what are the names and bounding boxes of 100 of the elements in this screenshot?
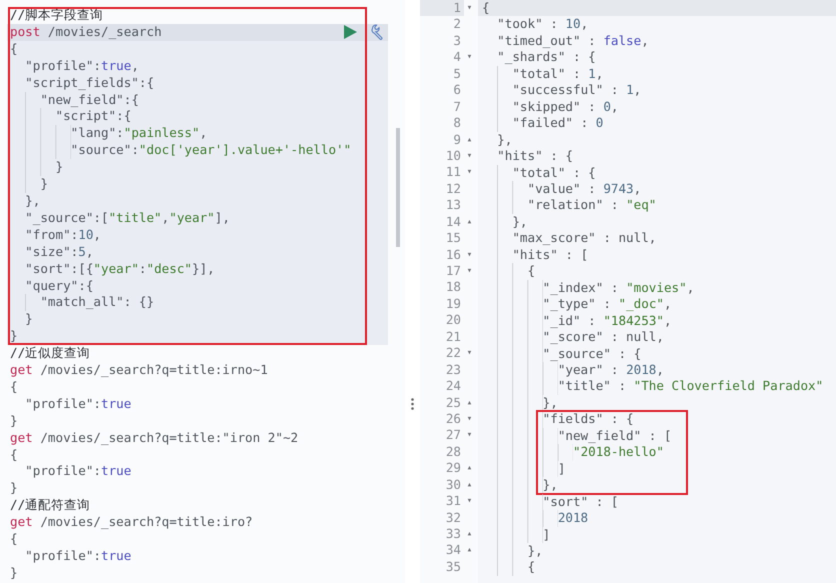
line-number: 29 [444,460,462,477]
code-line: get /movies/_search?q=title:iro? [10,514,254,532]
code-line: "new_field":{ [10,92,388,108]
code-line: }, [10,192,388,210]
line-number: 17 [444,263,462,280]
line-number: 13 [444,197,462,214]
code-line: "sort":[{"year":"desc"}], [10,260,388,278]
fold-toggle[interactable]: ▾ [464,164,475,181]
line-number: 3 [452,32,462,50]
code-line: "profile":true [10,463,388,480]
line-number: 23 [444,362,462,378]
code-line: { [482,263,836,280]
line-number: 1 [420,0,464,16]
line-number: 30 [444,476,462,494]
fold-toggle[interactable]: ▾ [464,246,475,263]
line-number: 18 [444,279,462,296]
fold-toggle[interactable]: ▾ [464,49,475,66]
code-line: "script":{ [10,108,388,126]
line-number: 19 [444,296,462,312]
fold-toggle[interactable]: ▴ [464,132,475,148]
code-line: "size":5, [10,244,388,261]
fold-toggle[interactable]: ▾ [464,148,475,164]
code-line: "year" : 2018, [482,362,836,378]
line-number: 31 [444,493,462,510]
code-line: { [10,531,19,548]
code-line: { [482,559,836,576]
code-line: 2018 [482,510,836,526]
fold-toggle[interactable]: ▾ [464,427,475,444]
code-line: } [10,564,19,582]
line-number: 9 [452,132,462,148]
scrollbar-thumb[interactable] [396,128,400,247]
fold-toggle[interactable]: ▴ [464,394,475,411]
code-line: "value" : 9743, [482,180,836,198]
line-number: 15 [444,230,462,247]
code-line: "_type" : "_doc", [482,296,836,313]
code-line: } [10,328,19,346]
fold-toggle[interactable]: ▾ [464,345,475,362]
line-number: 10 [444,148,462,164]
line-number: 28 [444,444,462,460]
line-number: 7 [452,98,462,116]
code-line: { [10,446,19,464]
line-number: 22 [444,345,462,362]
code-line: "query":{ [10,278,388,294]
fold-toggle[interactable]: ▾ [464,263,475,280]
code-line: "total" : { [482,164,836,181]
code-line: }, [482,394,836,412]
code-line: { [10,40,19,58]
code-line: "_index" : "movies", [482,280,836,296]
code-line: "total" : 1, [482,66,836,82]
line-number: 4 [452,49,462,66]
code-line: "_score" : null, [482,329,836,346]
code-line: } [10,311,388,328]
line-number: 34 [444,542,462,559]
code-line: "max_score" : null, [482,230,836,247]
code-line: "skipped" : 0, [482,98,836,116]
code-line: } [10,480,19,498]
code-line: "new_field" : [ [482,428,836,444]
code-line: "_id" : "184253", [482,312,836,330]
fold-toggle[interactable]: ▾ [464,410,475,428]
line-number: 5 [452,66,462,82]
code-line: } [10,159,388,176]
code-line: get /movies/_search?q=title:"iron 2"~2 [10,430,300,447]
code-line: "failed" : 0 [482,115,836,132]
code-line: }, [482,214,836,230]
code-line: "title" : "The Cloverfield Paradox" [482,378,836,395]
code-line: "timed_out" : false, [482,32,836,50]
code-line: "source":"doc['year'].value+'-hello'" [10,142,388,160]
code-line: "hits" : [ [482,246,836,264]
resize-handle-icon[interactable] [411,398,414,410]
code-line: "_shards" : { [482,49,836,66]
code-line: "match_all": {} [10,294,388,312]
code-line: "lang":"painless", [10,125,388,142]
play-icon[interactable] [344,25,357,40]
line-number: 8 [452,115,462,132]
line-number: 25 [444,394,462,411]
fold-toggle[interactable]: ▾ [464,493,475,510]
code-line: } [10,412,19,430]
code-line: }, [482,542,836,560]
fold-toggle[interactable]: ▴ [464,214,475,230]
line-number: 14 [444,214,462,230]
fold-toggle[interactable]: ▴ [464,526,475,542]
code-line: "profile":true, [10,58,388,75]
code-line: "successful" : 1, [482,82,836,99]
code-line: "from":10, [10,226,388,244]
code-line: }, [482,477,836,494]
fold-toggle[interactable]: ▴ [464,542,475,559]
code-line: "profile":true [10,548,388,565]
code-line: "script_fields":{ [10,74,388,92]
line-number: 20 [444,312,462,329]
line-number: 11 [444,164,462,181]
code-line: get /movies/_search?q=title:irno~1 [10,362,269,379]
fold-toggle[interactable]: ▾ [464,0,475,16]
code-line: "_source" : { [482,346,836,362]
code-line: "_source":["title","year"], [10,210,388,227]
code-line: //通配符查询 [9,497,92,514]
code-line: { [10,378,19,396]
fold-toggle[interactable]: ▴ [464,476,475,494]
line-number: 24 [444,378,462,394]
code-line: "fields" : { [482,411,836,428]
fold-toggle[interactable]: ▴ [464,460,475,477]
